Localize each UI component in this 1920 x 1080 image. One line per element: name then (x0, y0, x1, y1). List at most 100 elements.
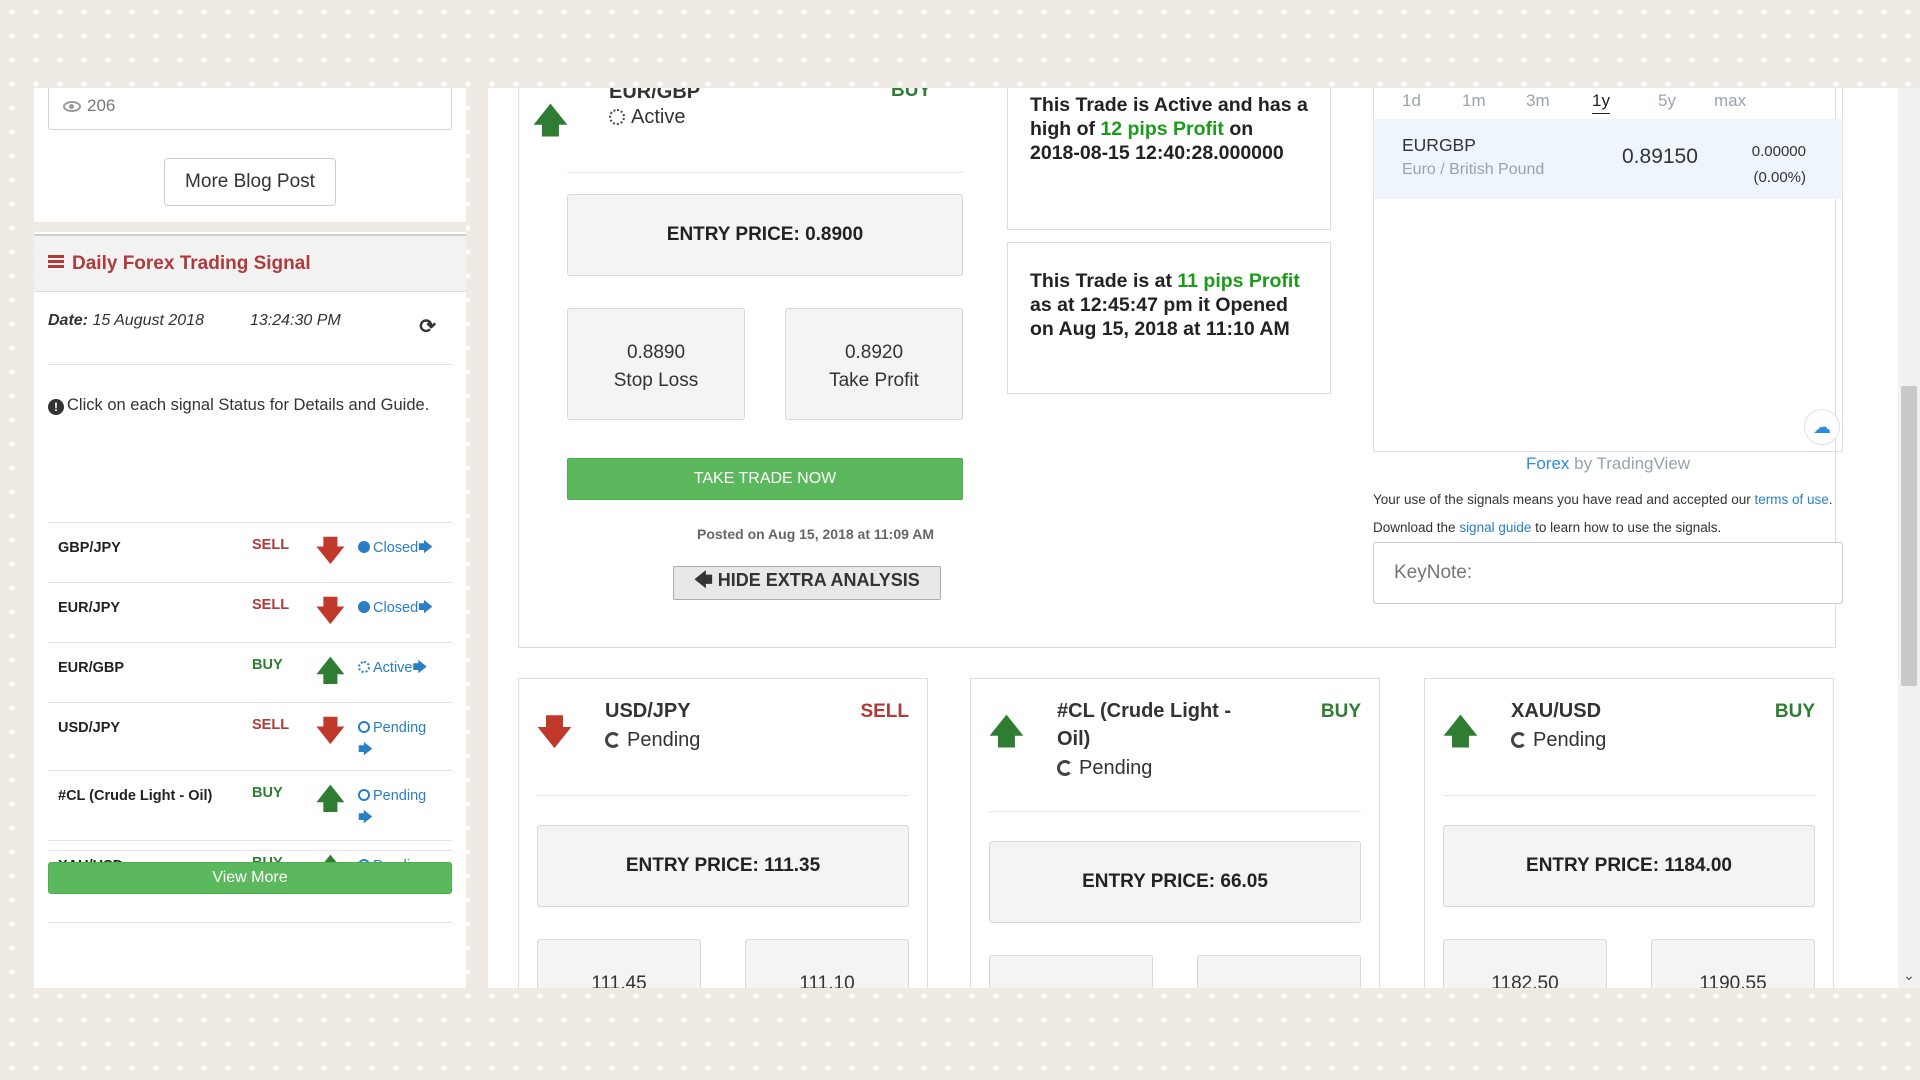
arrow-right-icon: 🡆 (418, 600, 434, 616)
terms-of-use-link[interactable]: terms of use (1755, 492, 1829, 507)
spinner-icon (1057, 760, 1073, 776)
spinner-icon (609, 109, 625, 125)
signal-pair: USD/JPY (58, 720, 121, 736)
quote-row[interactable]: EURGBP Euro / British Pound 0.89150 0.00… (1374, 119, 1842, 199)
trade-status-label: Active (631, 106, 686, 128)
signal-action: SELL (252, 717, 290, 733)
views-counter: 206 (48, 88, 452, 130)
hamburger-icon (48, 255, 64, 268)
signal-guide-link[interactable]: signal guide (1459, 520, 1531, 535)
signal-widget-title: Daily Forex Trading Signal (72, 253, 311, 274)
status-dot-icon (358, 541, 370, 553)
terms-part-c: to learn how to use the signals. (1531, 520, 1722, 535)
info-text: Click on each signal Status for Details … (67, 396, 430, 414)
active-trade-card: 🡅 EUR/GBP Active BUY ENTRY PRICE: 0.8900… (518, 88, 1843, 648)
arrow-down-icon: 🡇 (316, 715, 345, 746)
take-profit-box (1197, 955, 1361, 988)
trade-current-note: This Trade is at 11 pips Profit as at 12… (1007, 242, 1331, 394)
entry-price-box: ENTRY PRICE: 1184.00 (1443, 825, 1815, 907)
arrow-up-icon: 🡅 (316, 655, 345, 686)
timeframe-tab[interactable]: 1y (1592, 91, 1610, 114)
view-more-button[interactable]: View More (48, 862, 452, 894)
entry-price-box: ENTRY PRICE: 111.35 (537, 825, 909, 907)
timeframe-tab[interactable]: 3m (1526, 91, 1550, 111)
stop-loss-label: Stop Loss (613, 370, 699, 391)
signal-status-label: Pending (373, 720, 427, 736)
views-count: 206 (87, 96, 116, 115)
timeframe-tab[interactable]: max (1714, 91, 1746, 111)
card-status[interactable]: Pending (605, 729, 700, 752)
scroll-down-icon[interactable]: ⌄ (1898, 967, 1920, 984)
signal-status-link[interactable]: Closed🡆 (358, 597, 450, 619)
arrow-right-icon: 🡆 (358, 742, 373, 758)
divider (48, 850, 452, 851)
refresh-icon[interactable]: ⟳ (419, 314, 436, 339)
signal-row[interactable]: #CL (Crude Light - Oil) BUY 🡅 Pending 🡆 (48, 770, 452, 830)
card-status[interactable]: Pending (1057, 757, 1152, 780)
take-profit-value: 111.10 (799, 973, 855, 988)
credit-forex-link[interactable]: Forex (1526, 454, 1569, 473)
tradingview-widget: 1d 1m 3m 1y 5y max EURGBP Euro / British Poun… (1373, 88, 1843, 452)
note1-highlight: 12 pips Profit (1100, 118, 1224, 140)
card-pair: XAU/USD (1511, 700, 1602, 722)
signal-date-row: Date: 15 August 2018 13:24:30 PM ⟳ (48, 312, 452, 352)
arrow-left-icon: 🡄 (694, 570, 713, 590)
main-content: 🡅 EUR/GBP Active BUY ENTRY PRICE: 0.8900… (488, 88, 1898, 988)
sidebar: 206 More Blog Post Daily Forex Trading S… (34, 88, 466, 988)
cloud-icon[interactable]: ☁ (1804, 409, 1840, 445)
timeframe-tab[interactable]: 1d (1402, 91, 1421, 111)
posted-date: Posted on Aug 15, 2018 at 11:09 AM (697, 526, 935, 542)
status-dot-icon (358, 661, 370, 673)
stop-loss-box: 111.45 (537, 939, 701, 988)
signal-status-link[interactable]: Active🡆 (358, 657, 450, 679)
timeframe-tab[interactable]: 5y (1658, 91, 1676, 111)
timeframe-tabs: 1d 1m 3m 1y 5y max (1374, 91, 1842, 119)
more-blog-post-button[interactable]: More Blog Post (164, 158, 336, 206)
signal-pair: GBP/JPY (58, 540, 121, 556)
status-dot-icon (358, 601, 370, 613)
keynote-input[interactable] (1373, 542, 1843, 604)
signal-row[interactable]: EUR/GBP BUY 🡅 Active🡆 (48, 642, 452, 702)
card-pair: #CL (Crude Light - Oil) (1057, 700, 1232, 750)
up-arrow-icon: 🡅 (533, 102, 568, 140)
hide-extra-analysis-label: HIDE EXTRA ANALYSIS (717, 570, 920, 590)
trade-pair: EUR/GBP (609, 88, 701, 103)
signal-status-label: Closed (373, 540, 419, 556)
card-status[interactable]: Pending (1511, 729, 1606, 752)
divider (48, 364, 452, 365)
hide-extra-analysis-button[interactable]: 🡄 HIDE EXTRA ANALYSIS (673, 566, 941, 600)
take-trade-now-button[interactable]: TAKE TRADE NOW (567, 458, 963, 500)
signal-status-link[interactable]: Pending🡆 (358, 785, 450, 829)
signal-status-label: Pending (373, 788, 427, 804)
card-action: SELL (860, 701, 909, 722)
trade-high-note: This Trade is Active and has a high of 1… (1007, 88, 1331, 230)
signal-row[interactable]: GBP/JPY SELL 🡇 Closed🡆 (48, 522, 452, 582)
signal-action: BUY (252, 657, 283, 673)
stop-loss-value: 0.8890 (626, 342, 686, 363)
signal-row[interactable]: USD/JPY SELL 🡇 Pending 🡆 (48, 702, 452, 762)
timeframe-tab[interactable]: 1m (1462, 91, 1486, 111)
quote-price: 0.89150 (1622, 145, 1698, 168)
signal-status-link[interactable]: Closed🡆 (358, 537, 450, 559)
arrow-down-icon: 🡇 (316, 535, 345, 566)
card-status-label: Pending (627, 729, 701, 751)
scrollbar[interactable]: ⌄ (1898, 88, 1920, 988)
card-action: BUY (1320, 701, 1361, 722)
stop-loss-value: 111.45 (591, 973, 647, 988)
signal-action: BUY (252, 785, 283, 801)
note2-opened: as at 12:45:47 pm it Opened on Aug 15, 2… (1030, 294, 1290, 340)
signal-status-label: Active (373, 660, 413, 676)
trade-status[interactable]: Active (609, 106, 685, 129)
time-value: 13:24:30 PM (250, 312, 341, 329)
signal-action: SELL (252, 537, 290, 553)
signal-row[interactable]: EUR/JPY SELL 🡇 Closed🡆 (48, 582, 452, 642)
exclamation-icon: ! (48, 399, 64, 415)
tradingview-credit[interactable]: Forex by TradingView (1373, 454, 1843, 474)
take-profit-value: 0.8920 (844, 342, 904, 363)
scrollbar-thumb[interactable] (1901, 386, 1917, 686)
card-status-label: Pending (1533, 729, 1607, 751)
terms-part-a: Your use of the signals means you have r… (1373, 492, 1755, 507)
signal-status-link[interactable]: Pending🡆 (358, 717, 450, 761)
quote-change-value: 0.00000 (1751, 143, 1806, 160)
divider (1443, 795, 1815, 796)
